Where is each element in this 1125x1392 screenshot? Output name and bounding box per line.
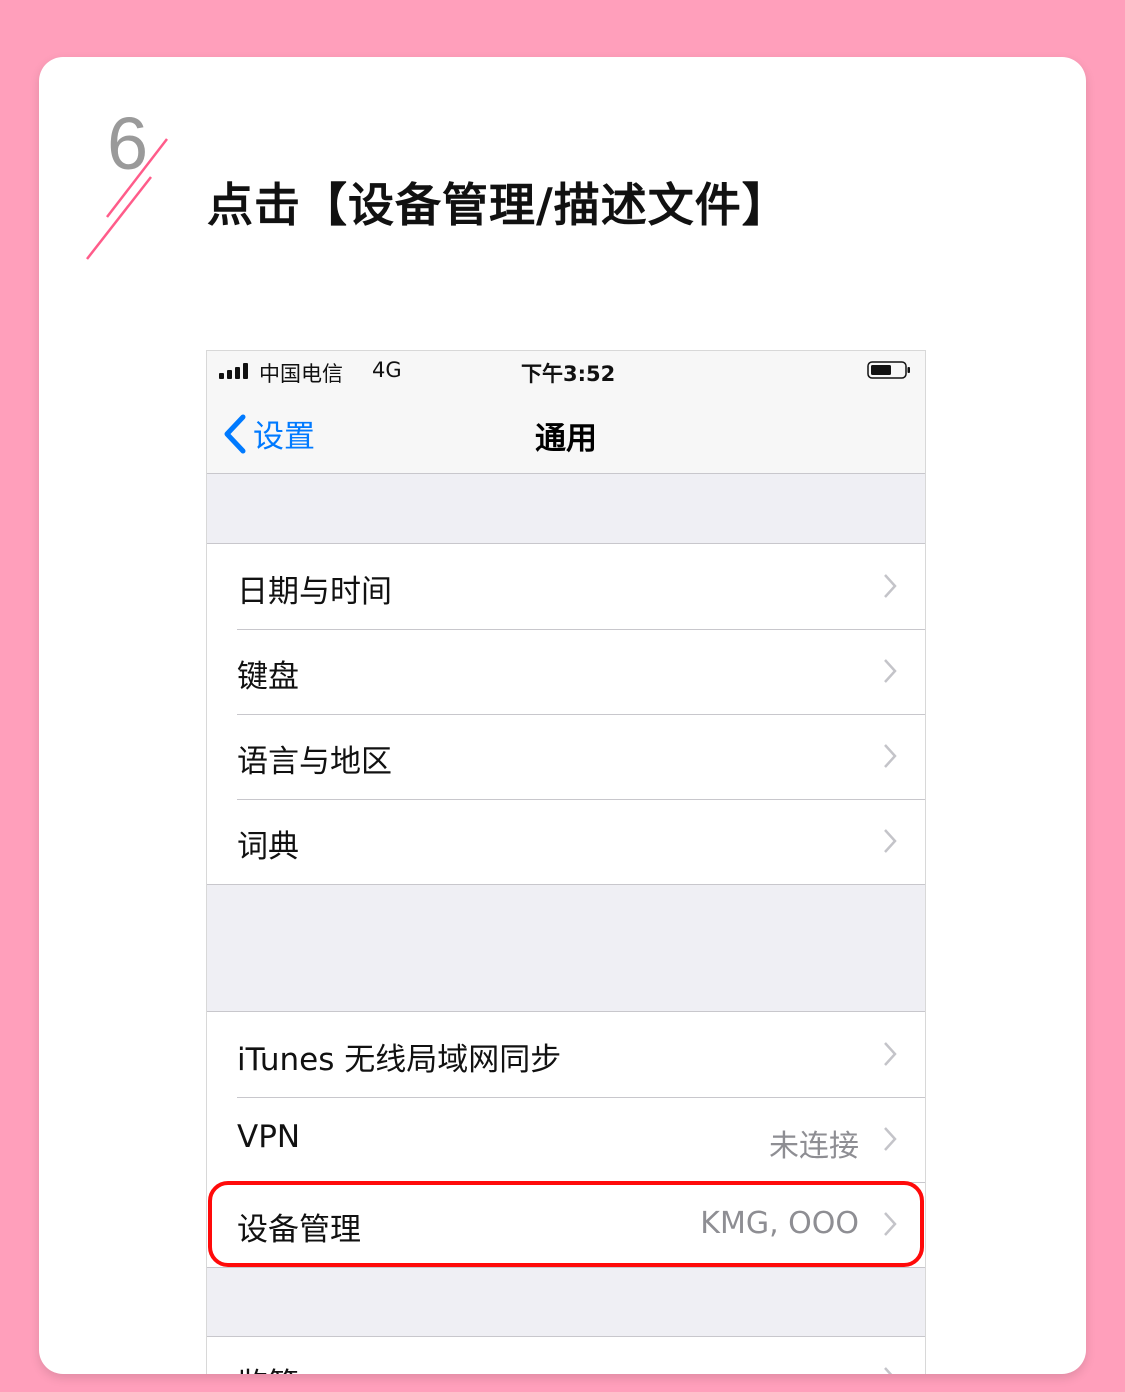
row-label: VPN: [237, 1119, 301, 1155]
row-label: iTunes 无线局域网同步: [237, 1042, 562, 1078]
row-label: 监管: [237, 1359, 299, 1374]
row-language-region[interactable]: 语言与地区: [207, 714, 925, 799]
status-time: 下午3:52: [521, 362, 616, 386]
row-supervision[interactable]: 监管: [207, 1337, 925, 1374]
network-type: 4G: [372, 358, 402, 382]
row-label: 日期与时间: [237, 574, 392, 610]
battery-icon: [867, 361, 910, 379]
chevron-right-icon: [884, 574, 897, 598]
row-detail: 未连接: [769, 1129, 859, 1164]
row-date-time[interactable]: 日期与时间: [207, 544, 925, 629]
row-label: 词典: [237, 829, 299, 865]
row-label: 语言与地区: [237, 744, 392, 780]
chevron-right-icon: [884, 829, 897, 853]
row-label: 键盘: [237, 659, 299, 695]
phone-screenshot: 中国电信 4G 下午3:52 设置 通用 日期与时间 键盘 语言与地区 词典 i…: [206, 350, 926, 1374]
chevron-right-icon: [884, 1127, 897, 1151]
chevron-right-icon: [884, 1042, 897, 1066]
settings-group-1: 日期与时间 键盘 语言与地区 词典: [207, 543, 925, 885]
carrier-name: 中国电信: [259, 362, 343, 386]
settings-group-3: 监管: [207, 1336, 925, 1374]
row-dictionary[interactable]: 词典: [207, 799, 925, 884]
highlight-box: [208, 1181, 924, 1267]
instruction-card: 6 点击【设备管理/描述文件】 中国电信 4G 下午3:52 设置 通用 日期与…: [39, 57, 1086, 1374]
step-title: 点击【设备管理/描述文件】: [207, 178, 789, 232]
navigation-bar: 设置 通用: [207, 391, 925, 474]
row-vpn[interactable]: VPN 未连接: [207, 1097, 925, 1182]
status-bar: 中国电信 4G 下午3:52: [207, 351, 925, 391]
decorative-slash-icon: [86, 138, 168, 260]
row-keyboard[interactable]: 键盘: [207, 629, 925, 714]
chevron-right-icon: [884, 744, 897, 768]
chevron-right-icon: [884, 1367, 893, 1374]
chevron-right-icon: [884, 659, 897, 683]
signal-bars-icon: [219, 363, 248, 379]
page-title: 通用: [535, 421, 597, 457]
row-itunes-wifi-sync[interactable]: iTunes 无线局域网同步: [207, 1012, 925, 1097]
